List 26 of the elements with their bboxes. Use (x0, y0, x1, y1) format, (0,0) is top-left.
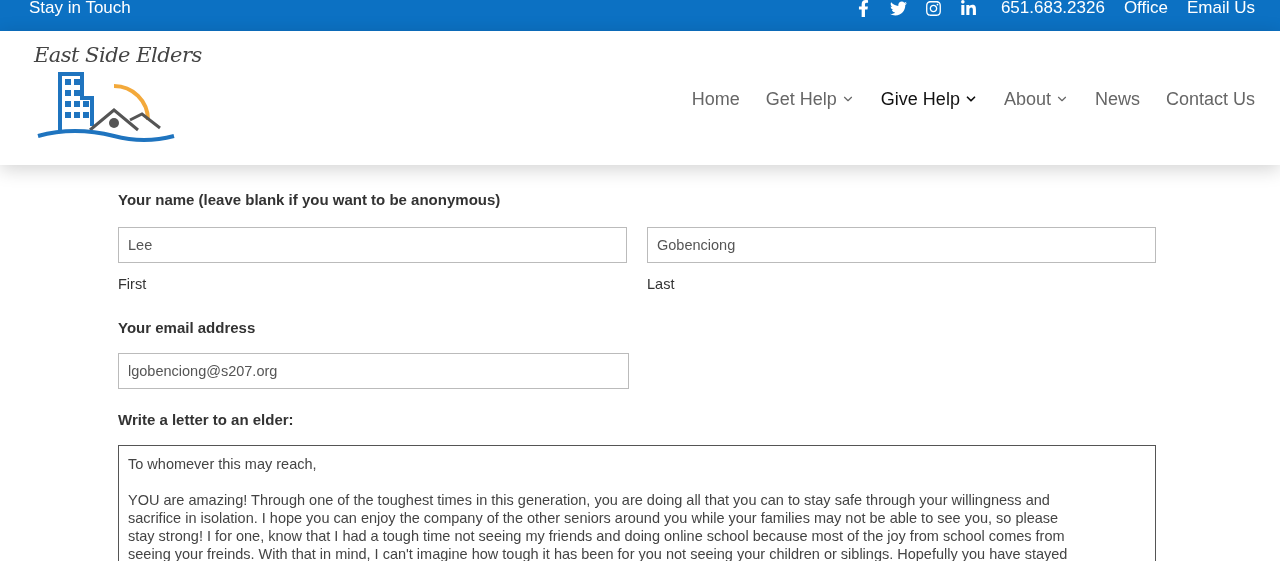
field-sublabel: First (118, 274, 148, 294)
nav-link[interactable]: Get Help (765, 85, 855, 113)
linkedin-icon[interactable] (959, 0, 977, 17)
field-sublabel: Last (647, 274, 676, 294)
letter-text: stay strong! I for one, know that I had a tough time not seeing my friends and doing online school because most of the joy from school comes from (128, 527, 1066, 546)
nav-link[interactable]: Give Help (880, 85, 978, 113)
camera-icon[interactable] (924, 0, 942, 17)
text-field[interactable]: Gobenciong (647, 226, 1156, 263)
email-field[interactable]: lgobenciong@s207.org (118, 352, 629, 389)
top-bar-link[interactable]: 651.683.2326 (1000, 0, 1105, 16)
top-bar-title: Stay in Touch (29, 0, 131, 16)
field-label: Your email address (118, 318, 257, 339)
field-label: Write a letter to an elder: (118, 409, 295, 430)
nav-link[interactable]: Home (691, 85, 740, 113)
letter-text: sacrifice in isolation. I hope you can enjoy the company of the other seniors around you while your families may not be able to see you, so please (128, 509, 1060, 528)
top-bar-link[interactable]: Email Us (1187, 0, 1255, 16)
bird-icon[interactable] (889, 0, 907, 17)
nav-link[interactable]: News (1094, 85, 1140, 113)
text-field[interactable]: Lee (118, 226, 627, 263)
top-bar-link[interactable]: Office (1123, 0, 1168, 16)
letter-text: To whomever this may reach, (128, 455, 318, 474)
field-label: Your name (leave blank if you want to be anonymous) (118, 190, 502, 210)
nav-link[interactable]: Contact Us (1165, 85, 1255, 113)
letter-text: YOU are amazing! Through one of the toughest times in this generation, you are doing all that you can to stay safe through your willingness and (128, 491, 1051, 510)
nav-link[interactable]: About (1003, 85, 1069, 113)
logo-text: East Side Elders (34, 45, 202, 66)
